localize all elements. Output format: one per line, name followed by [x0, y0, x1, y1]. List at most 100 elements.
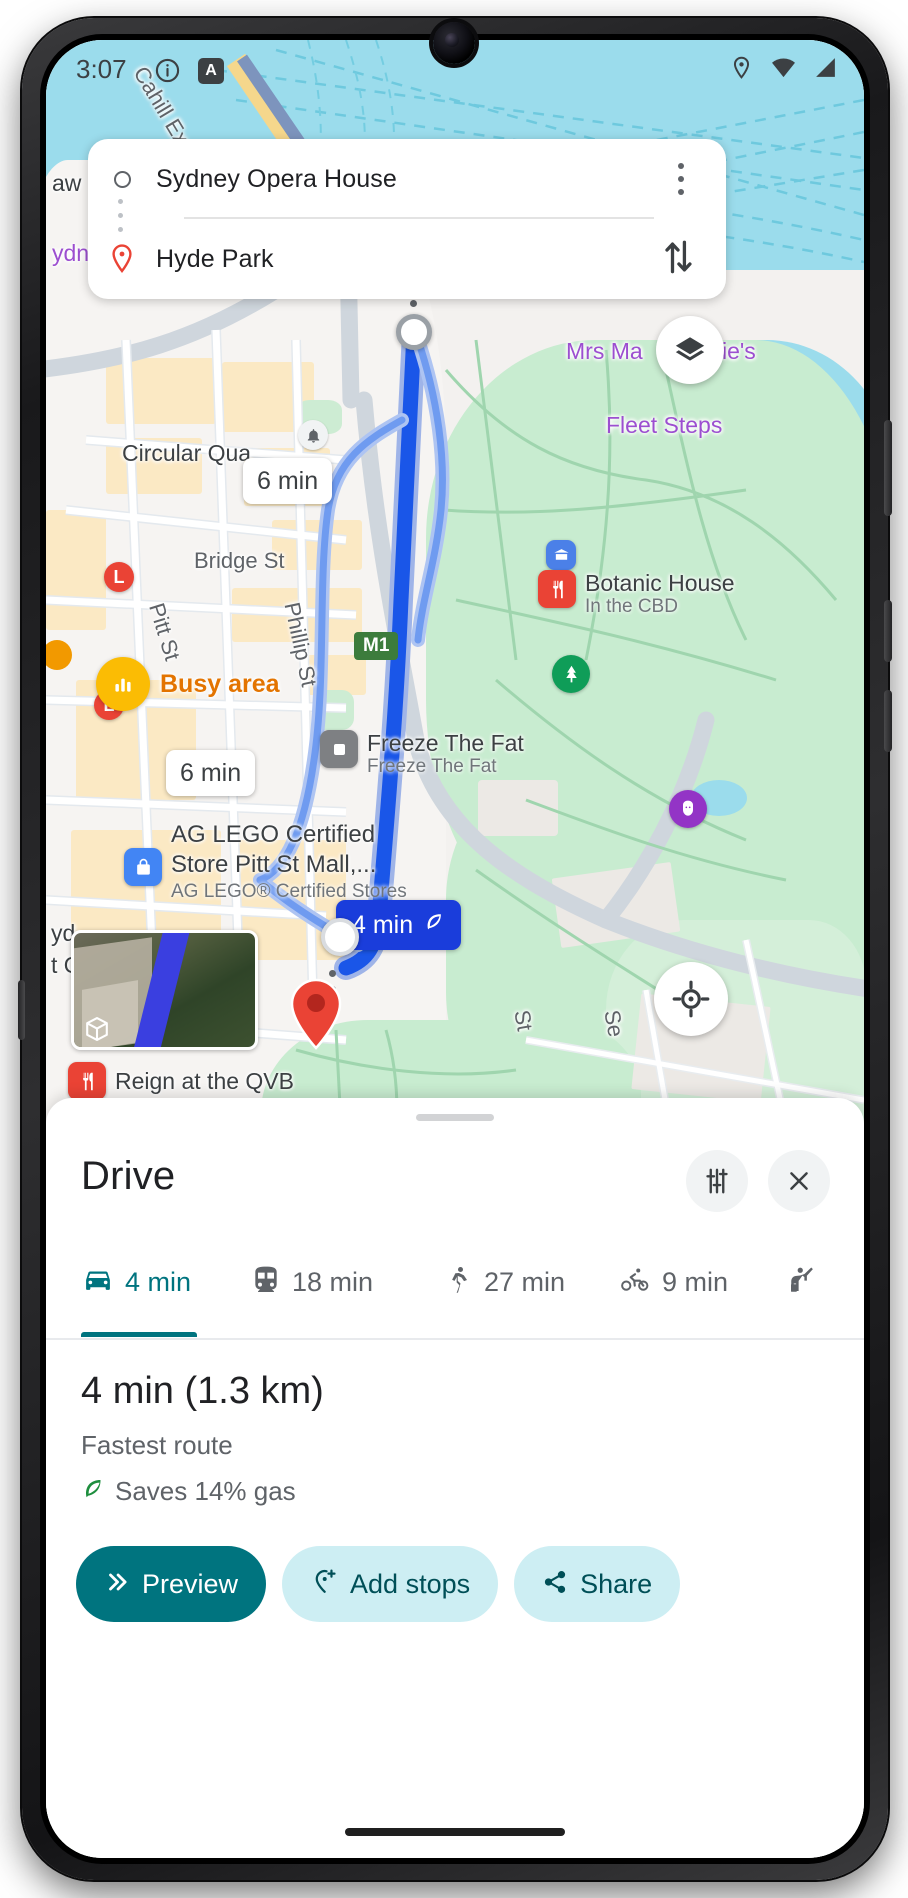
- cube-3d-icon: [83, 1015, 111, 1043]
- front-camera: [433, 22, 475, 64]
- car-icon: [81, 1263, 115, 1302]
- poi-park-marker[interactable]: [552, 655, 590, 693]
- map-layers-icon: [675, 337, 705, 361]
- transit-marker-l[interactable]: L: [104, 562, 134, 592]
- route-badge-alt-2[interactable]: 6 min: [166, 750, 256, 796]
- origin-text: Sydney Opera House: [156, 164, 397, 193]
- route-action-buttons: Preview Add stops Share: [76, 1546, 696, 1622]
- cellular-signal-icon: [813, 55, 838, 85]
- poi-subtitle: Freeze The Fat: [367, 756, 497, 777]
- route-options-icon: [706, 1168, 728, 1194]
- swap-vertical-icon[interactable]: [656, 235, 704, 283]
- poi-subtitle: In the CBD: [585, 596, 678, 617]
- share-label: Share: [580, 1568, 653, 1599]
- tab-rideshare[interactable]: [788, 1252, 828, 1312]
- eco-savings-text: Saves 14% gas: [115, 1476, 296, 1506]
- volume-up-button[interactable]: [884, 600, 892, 662]
- bicycle-icon: [618, 1265, 652, 1300]
- poi-name: Botanic House: [585, 570, 735, 596]
- route-badge-label: 4 min: [352, 910, 414, 939]
- eco-savings: Saves 14% gas: [81, 1476, 296, 1507]
- rideshare-hail-icon: [788, 1264, 818, 1301]
- info-circle-icon: [154, 57, 181, 84]
- wifi-icon: [770, 54, 797, 86]
- train-icon: [250, 1264, 282, 1301]
- tab-label: 9 min: [662, 1266, 729, 1297]
- destination-text: Hyde Park: [156, 244, 274, 273]
- route-description: Fastest route: [81, 1430, 233, 1460]
- tab-drive[interactable]: 4 min: [81, 1252, 191, 1312]
- poi-freeze-the-fat[interactable]: Freeze The Fat Freeze The Fat: [320, 730, 524, 778]
- poi-botanic-house[interactable]: Botanic House In the CBD: [538, 570, 735, 618]
- tab-transit[interactable]: 18 min: [250, 1252, 373, 1312]
- route-waypoint-marker[interactable]: [321, 918, 359, 956]
- my-location-icon: [672, 980, 710, 1018]
- tab-label: 18 min: [292, 1266, 374, 1297]
- destination-pin-marker[interactable]: [289, 978, 343, 1050]
- chevrons-right-icon: [104, 1569, 130, 1600]
- close-button[interactable]: [768, 1150, 830, 1212]
- home-gesture-bar[interactable]: [345, 1828, 565, 1836]
- destination-pin-icon: [88, 244, 156, 274]
- add-stops-label: Add stops: [350, 1568, 471, 1599]
- share-icon: [542, 1569, 568, 1600]
- destination-field[interactable]: Hyde Park: [88, 223, 726, 295]
- map-label-st: St: [509, 1008, 538, 1033]
- add-stops-button[interactable]: Add stops: [282, 1546, 499, 1622]
- tab-walk[interactable]: 27 min: [444, 1252, 565, 1312]
- street-3d-thumbnail[interactable]: [71, 930, 258, 1050]
- map-label-bridge-st: Bridge St: [194, 548, 285, 573]
- preview-label: Preview: [142, 1568, 239, 1599]
- busy-area-label: Busy area: [160, 669, 280, 698]
- side-button-left[interactable]: [18, 980, 25, 1040]
- map-layers-button[interactable]: [656, 316, 724, 384]
- map-label-ydn: ydn: [52, 240, 90, 266]
- route-badge-label: 6 min: [180, 758, 242, 787]
- poi-name: Reign at the QVB: [115, 1068, 294, 1094]
- power-button[interactable]: [884, 420, 892, 516]
- sheet-drag-handle[interactable]: [416, 1114, 494, 1121]
- origin-field[interactable]: Sydney Opera House: [88, 143, 726, 215]
- poi-theater-marker[interactable]: [669, 790, 707, 828]
- poi-reign-qvb[interactable]: Reign at the QVB: [68, 1062, 294, 1100]
- route-badge-label: 6 min: [257, 466, 319, 495]
- active-tab-underline: [81, 1332, 197, 1337]
- directions-search-card: Sydney Opera House Hyde Park: [88, 139, 726, 299]
- eco-leaf-icon: [81, 1477, 105, 1506]
- poi-name: Freeze The Fat: [367, 730, 524, 756]
- phone-screen: Cahill Ex aw ydn Mrs Ma ie's Fleet Steps…: [46, 40, 864, 1858]
- close-icon: [790, 1172, 808, 1190]
- map-label-fleet-steps: Fleet Steps: [606, 412, 723, 438]
- origin-circle-icon: [88, 170, 156, 188]
- add-stop-pin-icon: [310, 1568, 338, 1601]
- route-badge-alt-1[interactable]: 6 min: [243, 458, 333, 504]
- share-button[interactable]: Share: [514, 1546, 681, 1622]
- volume-down-button[interactable]: [884, 690, 892, 752]
- preview-button[interactable]: Preview: [76, 1546, 267, 1622]
- route-options-button[interactable]: [686, 1150, 748, 1212]
- poi-museum-marker[interactable]: [546, 540, 576, 570]
- tab-bike[interactable]: 9 min: [618, 1252, 728, 1312]
- status-icons: [729, 54, 838, 86]
- busy-area-chip[interactable]: Busy area: [96, 657, 280, 711]
- map-label-ies: ie's: [722, 338, 756, 364]
- field-divider: [184, 217, 654, 219]
- transport-mode-tabs: 4 min 18 min 27 min 9 min: [46, 1246, 864, 1338]
- walk-icon: [444, 1264, 474, 1301]
- route-summary: 4 min (1.3 km): [81, 1370, 324, 1412]
- tab-label: 4 min: [125, 1266, 192, 1297]
- route-bottom-sheet: Drive 4 min 18 min 27 min 9 min 4 min (1…: [46, 1098, 864, 1858]
- accessibility-a-badge: A: [198, 58, 224, 84]
- route-alert-icon: [298, 420, 328, 450]
- route-origin-marker[interactable]: [396, 314, 432, 350]
- sheet-title: Drive: [81, 1154, 176, 1198]
- more-options-icon[interactable]: [664, 159, 698, 199]
- poi-ag-lego[interactable]: AG LEGO Certified Store Pitt St Mall,...…: [124, 820, 434, 904]
- map-label-circular-quay: Circular Qua: [122, 440, 252, 466]
- tabs-divider: [46, 1338, 864, 1340]
- map-label-se: Se: [599, 1008, 629, 1039]
- my-location-button[interactable]: [654, 962, 728, 1036]
- poi-name: AG LEGO Certified Store Pitt St Mall,...: [171, 821, 377, 878]
- busy-bars-icon: [96, 657, 150, 711]
- tab-label: 27 min: [484, 1266, 566, 1297]
